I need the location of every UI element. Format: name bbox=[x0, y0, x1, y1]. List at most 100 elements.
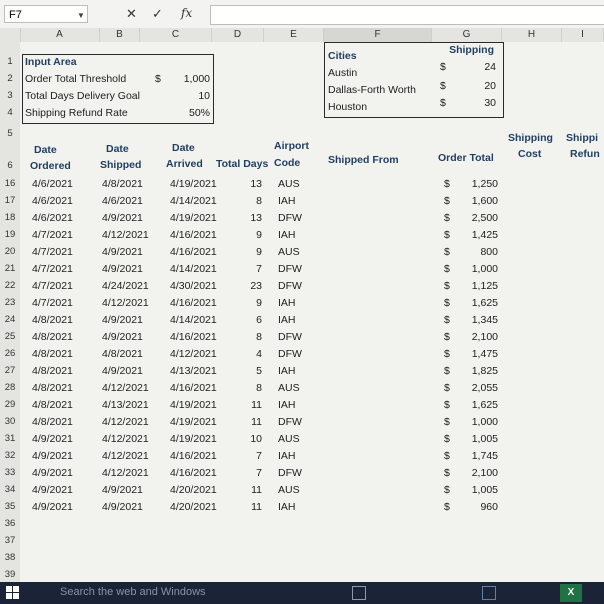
row-header[interactable]: 37 bbox=[0, 535, 20, 546]
order-total-cell[interactable]: 1,475 bbox=[460, 348, 498, 360]
city-shipping[interactable]: 30 bbox=[460, 97, 496, 109]
date-shipped-cell[interactable]: 4/6/2021 bbox=[102, 195, 162, 207]
date-arrived-cell[interactable]: 4/19/2021 bbox=[170, 212, 230, 224]
name-box[interactable]: F7 bbox=[4, 5, 88, 23]
date-arrived-cell[interactable]: 4/12/2021 bbox=[170, 348, 230, 360]
order-total-cell[interactable]: 1,745 bbox=[460, 450, 498, 462]
row-header[interactable]: 17 bbox=[0, 195, 20, 206]
row-header[interactable]: 35 bbox=[0, 501, 20, 512]
order-total-cell[interactable]: 1,345 bbox=[460, 314, 498, 326]
date-arrived-cell[interactable]: 4/16/2021 bbox=[170, 297, 230, 309]
total-days-cell[interactable]: 9 bbox=[232, 246, 262, 258]
airport-code-cell[interactable]: AUS bbox=[278, 433, 308, 445]
row-header[interactable]: 3 bbox=[0, 90, 20, 101]
order-total-cell[interactable]: 1,005 bbox=[460, 433, 498, 445]
row-header[interactable]: 18 bbox=[0, 212, 20, 223]
row-header[interactable]: 32 bbox=[0, 450, 20, 461]
date-ordered-cell[interactable]: 4/9/2021 bbox=[32, 467, 92, 479]
date-arrived-cell[interactable]: 4/16/2021 bbox=[170, 246, 230, 258]
date-shipped-cell[interactable]: 4/9/2021 bbox=[102, 212, 162, 224]
row-header[interactable]: 6 bbox=[0, 160, 20, 171]
airport-code-cell[interactable]: DFW bbox=[278, 212, 308, 224]
row-header[interactable]: 2 bbox=[0, 73, 20, 84]
date-ordered-cell[interactable]: 4/9/2021 bbox=[32, 501, 92, 513]
row-header[interactable]: 1 bbox=[0, 56, 20, 67]
date-shipped-cell[interactable]: 4/9/2021 bbox=[102, 314, 162, 326]
insert-function-icon[interactable]: fx bbox=[181, 6, 192, 20]
date-arrived-cell[interactable]: 4/19/2021 bbox=[170, 416, 230, 428]
airport-code-cell[interactable]: DFW bbox=[278, 280, 308, 292]
date-shipped-cell[interactable]: 4/12/2021 bbox=[102, 382, 162, 394]
date-ordered-cell[interactable]: 4/8/2021 bbox=[32, 365, 92, 377]
date-arrived-cell[interactable]: 4/20/2021 bbox=[170, 484, 230, 496]
order-total-cell[interactable]: 1,825 bbox=[460, 365, 498, 377]
column-header-d[interactable]: D bbox=[212, 28, 264, 42]
airport-code-cell[interactable]: IAH bbox=[278, 314, 308, 326]
airport-code-cell[interactable]: DFW bbox=[278, 348, 308, 360]
total-days-cell[interactable]: 4 bbox=[232, 348, 262, 360]
row-header[interactable]: 4 bbox=[0, 107, 20, 118]
order-total-cell[interactable]: 1,250 bbox=[460, 178, 498, 190]
row-header[interactable]: 30 bbox=[0, 416, 20, 427]
date-ordered-cell[interactable]: 4/8/2021 bbox=[32, 348, 92, 360]
total-days-cell[interactable]: 8 bbox=[232, 382, 262, 394]
date-arrived-cell[interactable]: 4/20/2021 bbox=[170, 501, 230, 513]
column-header-b[interactable]: B bbox=[100, 28, 140, 42]
total-days-cell[interactable]: 13 bbox=[232, 212, 262, 224]
date-ordered-cell[interactable]: 4/6/2021 bbox=[32, 178, 92, 190]
date-arrived-cell[interactable]: 4/16/2021 bbox=[170, 450, 230, 462]
date-arrived-cell[interactable]: 4/16/2021 bbox=[170, 229, 230, 241]
input-value[interactable]: 1,000 bbox=[170, 73, 210, 85]
total-days-cell[interactable]: 8 bbox=[232, 195, 262, 207]
total-days-cell[interactable]: 9 bbox=[232, 229, 262, 241]
order-total-cell[interactable]: 2,055 bbox=[460, 382, 498, 394]
date-shipped-cell[interactable]: 4/12/2021 bbox=[102, 416, 162, 428]
date-ordered-cell[interactable]: 4/7/2021 bbox=[32, 246, 92, 258]
order-total-cell[interactable]: 1,000 bbox=[460, 263, 498, 275]
total-days-cell[interactable]: 11 bbox=[232, 416, 262, 428]
date-shipped-cell[interactable]: 4/9/2021 bbox=[102, 263, 162, 275]
order-total-cell[interactable]: 1,000 bbox=[460, 416, 498, 428]
date-arrived-cell[interactable]: 4/19/2021 bbox=[170, 399, 230, 411]
total-days-cell[interactable]: 8 bbox=[232, 331, 262, 343]
date-arrived-cell[interactable]: 4/13/2021 bbox=[170, 365, 230, 377]
total-days-cell[interactable]: 7 bbox=[232, 467, 262, 479]
airport-code-cell[interactable]: AUS bbox=[278, 178, 308, 190]
date-shipped-cell[interactable]: 4/9/2021 bbox=[102, 246, 162, 258]
date-shipped-cell[interactable]: 4/12/2021 bbox=[102, 229, 162, 241]
date-ordered-cell[interactable]: 4/9/2021 bbox=[32, 433, 92, 445]
date-arrived-cell[interactable]: 4/30/2021 bbox=[170, 280, 230, 292]
airport-code-cell[interactable]: IAH bbox=[278, 229, 308, 241]
row-header[interactable]: 27 bbox=[0, 365, 20, 376]
city-shipping[interactable]: 24 bbox=[460, 61, 496, 73]
date-shipped-cell[interactable]: 4/9/2021 bbox=[102, 501, 162, 513]
row-header[interactable]: 33 bbox=[0, 467, 20, 478]
order-total-cell[interactable]: 1,600 bbox=[460, 195, 498, 207]
date-shipped-cell[interactable]: 4/13/2021 bbox=[102, 399, 162, 411]
row-header[interactable]: 5 bbox=[0, 128, 20, 139]
row-header[interactable]: 16 bbox=[0, 178, 20, 189]
date-ordered-cell[interactable]: 4/9/2021 bbox=[32, 484, 92, 496]
date-ordered-cell[interactable]: 4/8/2021 bbox=[32, 382, 92, 394]
taskbar-search[interactable]: Search the web and Windows bbox=[60, 586, 206, 598]
row-header[interactable]: 22 bbox=[0, 280, 20, 291]
excel-icon[interactable]: X bbox=[560, 584, 582, 602]
date-arrived-cell[interactable]: 4/19/2021 bbox=[170, 433, 230, 445]
date-shipped-cell[interactable]: 4/12/2021 bbox=[102, 433, 162, 445]
store-icon[interactable] bbox=[482, 586, 496, 600]
airport-code-cell[interactable]: AUS bbox=[278, 382, 308, 394]
airport-code-cell[interactable]: DFW bbox=[278, 331, 308, 343]
row-header[interactable]: 23 bbox=[0, 297, 20, 308]
date-ordered-cell[interactable]: 4/7/2021 bbox=[32, 280, 92, 292]
total-days-cell[interactable]: 5 bbox=[232, 365, 262, 377]
total-days-cell[interactable]: 23 bbox=[232, 280, 262, 292]
date-arrived-cell[interactable]: 4/16/2021 bbox=[170, 382, 230, 394]
order-total-cell[interactable]: 2,500 bbox=[460, 212, 498, 224]
date-ordered-cell[interactable]: 4/8/2021 bbox=[32, 314, 92, 326]
column-header-a[interactable]: A bbox=[20, 28, 100, 42]
input-value[interactable]: 50% bbox=[170, 107, 210, 119]
total-days-cell[interactable]: 7 bbox=[232, 263, 262, 275]
airport-code-cell[interactable]: DFW bbox=[278, 416, 308, 428]
total-days-cell[interactable]: 9 bbox=[232, 297, 262, 309]
airport-code-cell[interactable]: DFW bbox=[278, 263, 308, 275]
